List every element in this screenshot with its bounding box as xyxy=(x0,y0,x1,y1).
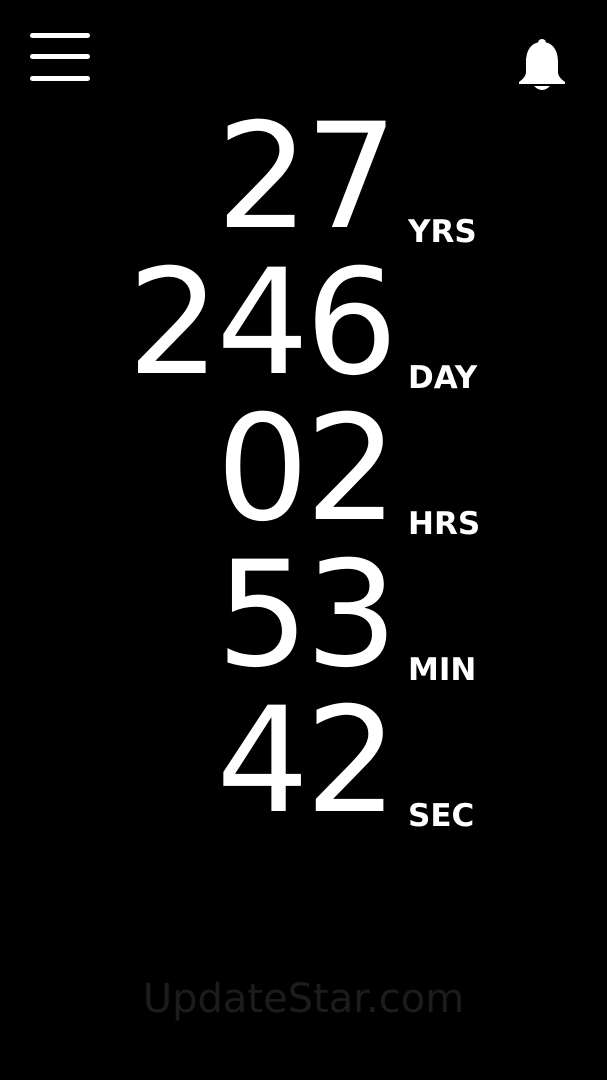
hours-row: 02 HRS xyxy=(0,396,607,542)
minutes-unit-label: MIN xyxy=(408,652,477,688)
minutes-value: 53 xyxy=(216,530,398,700)
notification-button[interactable] xyxy=(516,38,568,92)
seconds-row: 42 SEC xyxy=(0,688,607,834)
days-value: 246 xyxy=(127,238,398,408)
hours-unit-label: HRS xyxy=(408,506,481,542)
seconds-unit-label: SEC xyxy=(408,798,475,834)
years-value: 27 xyxy=(216,92,398,262)
years-unit-label: YRS xyxy=(408,214,477,250)
days-unit-label: DAY xyxy=(408,360,478,396)
menu-line xyxy=(30,33,90,38)
hours-value: 02 xyxy=(216,384,398,554)
menu-button[interactable] xyxy=(30,33,90,87)
days-row: 246 DAY xyxy=(0,250,607,396)
menu-line xyxy=(30,76,90,81)
years-row: 27 YRS xyxy=(0,104,607,250)
watermark: UpdateStar.com xyxy=(142,976,465,1022)
minutes-row: 53 MIN xyxy=(0,542,607,688)
seconds-value: 42 xyxy=(216,676,398,846)
menu-line xyxy=(30,54,90,59)
bell-icon xyxy=(519,39,565,90)
